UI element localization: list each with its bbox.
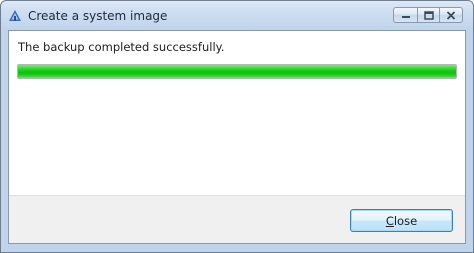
progress-bar [17, 64, 457, 79]
close-button[interactable]: Close [350, 209, 453, 232]
maximize-button[interactable] [417, 7, 439, 23]
minimize-button[interactable] [393, 7, 417, 23]
close-window-button[interactable] [439, 7, 463, 23]
dialog-window: Create a system image The backup complet… [0, 0, 474, 253]
window-title: Create a system image [28, 9, 168, 23]
close-button-access-key: C [385, 213, 394, 228]
caption-buttons [393, 7, 463, 25]
dialog-body: The backup completed successfully. Close [8, 30, 466, 244]
button-footer: Close [9, 195, 465, 243]
maximize-icon [423, 10, 434, 20]
minimize-icon [401, 11, 411, 19]
title-bar[interactable]: Create a system image [1, 1, 473, 30]
system-image-icon [8, 8, 22, 22]
status-message: The backup completed successfully. [18, 40, 225, 54]
progress-fill [18, 65, 456, 78]
close-icon [446, 10, 456, 20]
content-area: The backup completed successfully. [9, 31, 465, 198]
close-button-label: lose [393, 213, 418, 228]
